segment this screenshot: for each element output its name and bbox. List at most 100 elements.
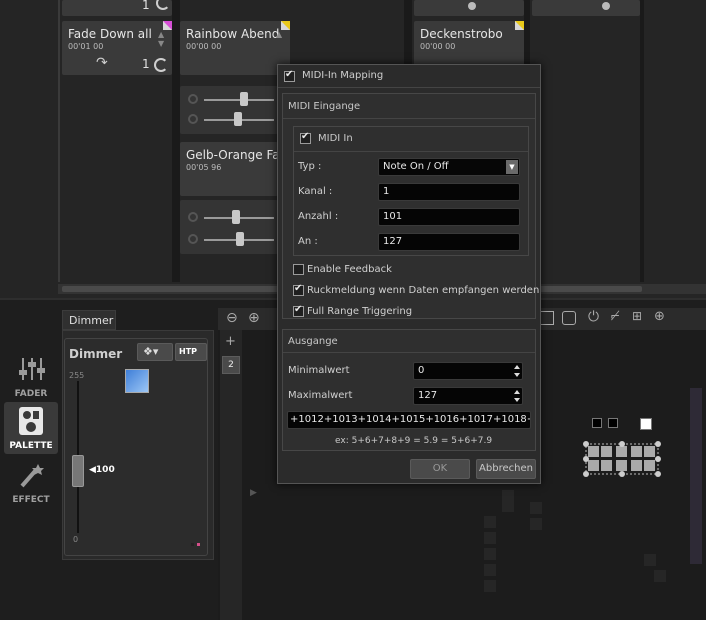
scene-sliders — [180, 86, 278, 134]
fixture-block[interactable] — [654, 570, 666, 582]
loop-icon[interactable] — [156, 0, 170, 10]
min-input[interactable]: 0 — [413, 362, 523, 380]
slider-knob[interactable] — [236, 232, 244, 246]
tab-dimmer[interactable]: Dimmer — [62, 310, 116, 330]
color-tag-magenta — [163, 21, 172, 30]
select-icon[interactable] — [540, 311, 554, 325]
type-select[interactable]: Note On / Off ▼ — [378, 158, 520, 176]
slider-knob[interactable] — [234, 112, 242, 126]
page-number-button[interactable]: 2 — [222, 356, 240, 374]
midi-in-subgroup: MIDI In Typ : Note On / Off ▼ Kanal : 1 … — [293, 126, 529, 256]
fixture-group[interactable] — [582, 440, 662, 480]
nav-palette[interactable]: PALETTE — [4, 402, 58, 454]
midi-outputs-group: Ausgange Minimalwert 0 Maximalwert 127 +… — [282, 329, 536, 451]
expand-arrow-icon[interactable]: ▶ — [250, 488, 257, 498]
scene-time: 00'00 00 — [186, 42, 222, 51]
color-preview-icon[interactable] — [125, 369, 149, 393]
zoom-out-icon[interactable]: ⊖ — [226, 310, 238, 326]
midi-in-mapping-dialog: MIDI-In Mapping MIDI Eingange MIDI In Ty… — [277, 64, 541, 484]
scene-title: Gelb-Orange Fa — [186, 148, 280, 162]
max-label: Maximalwert — [288, 390, 353, 401]
crosshair-icon[interactable]: ⊕ — [654, 309, 665, 324]
cancel-button[interactable]: Abbrechen — [476, 459, 536, 479]
scene-sliders — [180, 200, 278, 254]
nav-effect[interactable]: EFFECT — [4, 456, 58, 508]
fixture-block[interactable] — [502, 490, 514, 512]
nav-label: PALETTE — [9, 441, 53, 451]
sequence-input[interactable]: +1012+1013+1014+1015+1016+1017+1018+1019 — [287, 411, 531, 429]
move-up-icon[interactable]: ▲ — [158, 30, 164, 39]
fixture-marker[interactable] — [608, 418, 618, 428]
fixture-marker[interactable] — [592, 418, 602, 428]
redo-icon[interactable]: ↷ — [96, 55, 108, 71]
max-input[interactable]: 127 — [413, 387, 523, 405]
nav-fader[interactable]: FADER — [4, 350, 58, 402]
status-dot — [197, 543, 200, 546]
ok-button[interactable]: OK — [410, 459, 470, 479]
scene-card[interactable] — [532, 0, 640, 16]
fixture-block[interactable] — [484, 580, 496, 592]
fader-knob[interactable] — [72, 455, 84, 487]
loop-icon[interactable] — [154, 58, 168, 72]
on-label: An : — [298, 236, 318, 247]
channel-input[interactable]: 1 — [378, 183, 520, 201]
htp-button[interactable]: HTP — [175, 343, 207, 361]
fixture-marker[interactable] — [640, 418, 652, 430]
fader-icon — [19, 358, 45, 380]
scene-card-fade-down-all[interactable]: Fade Down all 00'01 00 ▲ ▼ ↷ 1 — [62, 21, 172, 75]
move-up-icon[interactable]: ▲ — [276, 30, 282, 39]
nav-label: EFFECT — [12, 495, 50, 505]
fixture-block[interactable] — [484, 548, 496, 560]
slider-track[interactable] — [204, 99, 274, 101]
fader-value: ◀100 — [89, 465, 115, 475]
move-down-icon[interactable]: ▼ — [158, 39, 164, 48]
slider-knob[interactable] — [602, 2, 610, 10]
scene-card-rainbow-abend[interactable]: Rainbow Abend 00'00 00 ▲ — [180, 21, 290, 75]
fixture-block[interactable] — [530, 502, 542, 514]
fixture-block[interactable] — [484, 532, 496, 544]
fixture-block[interactable] — [644, 554, 656, 566]
full-range-checkbox[interactable] — [293, 304, 304, 317]
scene-card[interactable]: 1 — [62, 0, 172, 16]
spinner-icon[interactable] — [513, 389, 521, 403]
rotate-icon[interactable] — [562, 311, 576, 325]
spinner-icon[interactable] — [513, 364, 521, 378]
scene-count: 1 — [142, 57, 150, 71]
min-label: Minimalwert — [288, 365, 350, 376]
scene-card[interactable] — [414, 0, 524, 16]
chevron-down-icon[interactable]: ▼ — [506, 160, 518, 174]
example-text: ex: 5+6+7+8+9 = 5.9 = 5+6+7.9 — [335, 436, 493, 446]
count-input[interactable]: 101 — [378, 208, 520, 226]
fixture-icon[interactable]: ⊞ — [632, 309, 642, 323]
midi-in-checkbox[interactable] — [300, 131, 311, 144]
title-divider — [278, 87, 540, 88]
patch-icon[interactable]: ⌐̸ — [610, 309, 620, 323]
status-dot — [191, 543, 194, 546]
scene-time: 00'00 00 — [420, 42, 456, 51]
midi-in-label: MIDI In — [318, 133, 353, 144]
feedback-on-receive-checkbox[interactable] — [293, 283, 304, 296]
on-input[interactable]: 127 — [378, 233, 520, 251]
fixture-block[interactable] — [530, 518, 542, 530]
slider-knob[interactable] — [232, 210, 240, 224]
group-title: Ausgange — [288, 336, 338, 347]
dialog-title: MIDI-In Mapping — [302, 70, 384, 81]
enable-feedback-checkbox[interactable] — [293, 264, 304, 275]
add-page-button[interactable]: + — [225, 334, 236, 349]
left-nav: FADER PALETTE EFFECT — [0, 344, 58, 534]
vertical-scrollbar[interactable] — [690, 388, 702, 564]
slider-knob[interactable] — [468, 2, 476, 10]
type-value: Note On / Off — [383, 161, 449, 172]
fixture-block[interactable] — [484, 564, 496, 576]
slider-knob[interactable] — [240, 92, 248, 106]
fixture-block[interactable] — [484, 516, 496, 528]
fader-value-text: 100 — [95, 465, 115, 475]
power-icon[interactable]: ⏻ — [588, 309, 599, 325]
dialog-enable-checkbox[interactable] — [284, 69, 295, 82]
color-tag-yellow — [281, 21, 290, 30]
max-value: 127 — [418, 390, 438, 401]
scene-card-gelb-orange[interactable]: Gelb-Orange Fa 00'05 96 — [180, 142, 280, 196]
page-column: + 2 ▶ — [220, 330, 257, 620]
mode-dropdown[interactable]: ❖▾ — [137, 343, 173, 361]
zoom-in-icon[interactable]: ⊕ — [248, 310, 260, 326]
